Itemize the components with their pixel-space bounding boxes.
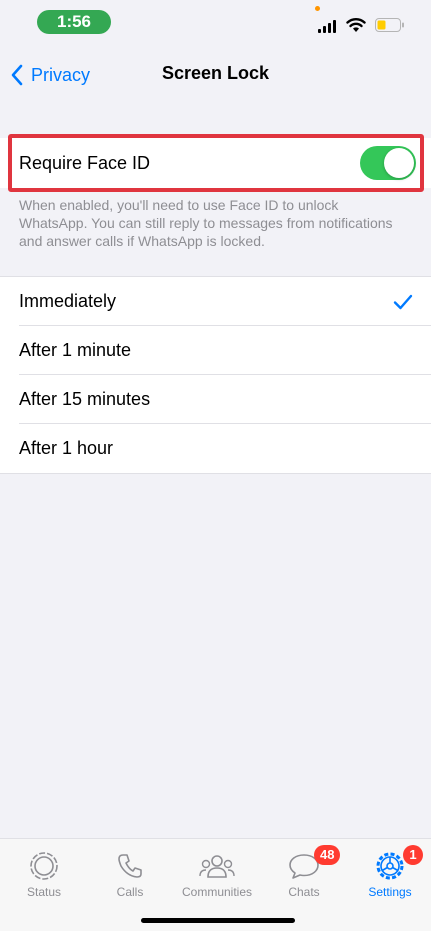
wifi-icon — [346, 18, 366, 32]
require-face-id-label: Require Face ID — [19, 152, 151, 173]
tab-communities[interactable]: Communities — [174, 849, 260, 899]
tab-chats[interactable]: 48 Chats — [261, 845, 347, 899]
option-label: After 1 minute — [19, 340, 132, 360]
face-id-footnote: When enabled, you'll need to use Face ID… — [19, 197, 393, 249]
tab-label: Status — [26, 885, 62, 899]
status-bar: 1:56 — [0, 0, 431, 48]
tab-label: Calls — [116, 885, 144, 899]
phone-icon — [118, 854, 142, 878]
cellular-signal-icon — [318, 20, 336, 33]
option-label: After 1 hour — [19, 438, 114, 458]
tab-label: Settings — [368, 885, 412, 899]
communities-icon — [199, 855, 235, 878]
option-after-1-hour[interactable]: After 1 hour — [0, 424, 431, 473]
require-face-id-row: Require Face ID — [0, 138, 431, 188]
option-after-1-minute[interactable]: After 1 minute — [0, 326, 431, 375]
settings-badge: 1 — [403, 845, 423, 865]
gear-icon — [376, 852, 404, 880]
tab-calls[interactable]: Calls — [87, 849, 173, 899]
option-label: After 15 minutes — [19, 389, 151, 409]
require-face-id-toggle[interactable] — [360, 146, 416, 180]
tab-label: Chats — [288, 885, 320, 899]
page-title: Screen Lock — [161, 63, 270, 83]
privacy-indicator-dot — [315, 6, 320, 11]
option-label: Immediately — [19, 291, 117, 311]
status-time: 1:56 — [37, 10, 111, 34]
lock-timing-list: Immediately After 1 minute After 15 minu… — [0, 276, 431, 474]
status-icon — [30, 852, 58, 880]
tab-label: Communities — [181, 885, 253, 899]
battery-icon — [375, 18, 404, 32]
option-after-15-minutes[interactable]: After 15 minutes — [0, 375, 431, 424]
chats-badge: 48 — [314, 845, 341, 865]
tab-status[interactable]: Status — [1, 849, 87, 899]
home-indicator — [141, 918, 295, 923]
checkmark-icon — [393, 294, 413, 309]
option-immediately[interactable]: Immediately — [0, 277, 431, 326]
tab-settings[interactable]: 1 Settings — [347, 845, 431, 899]
